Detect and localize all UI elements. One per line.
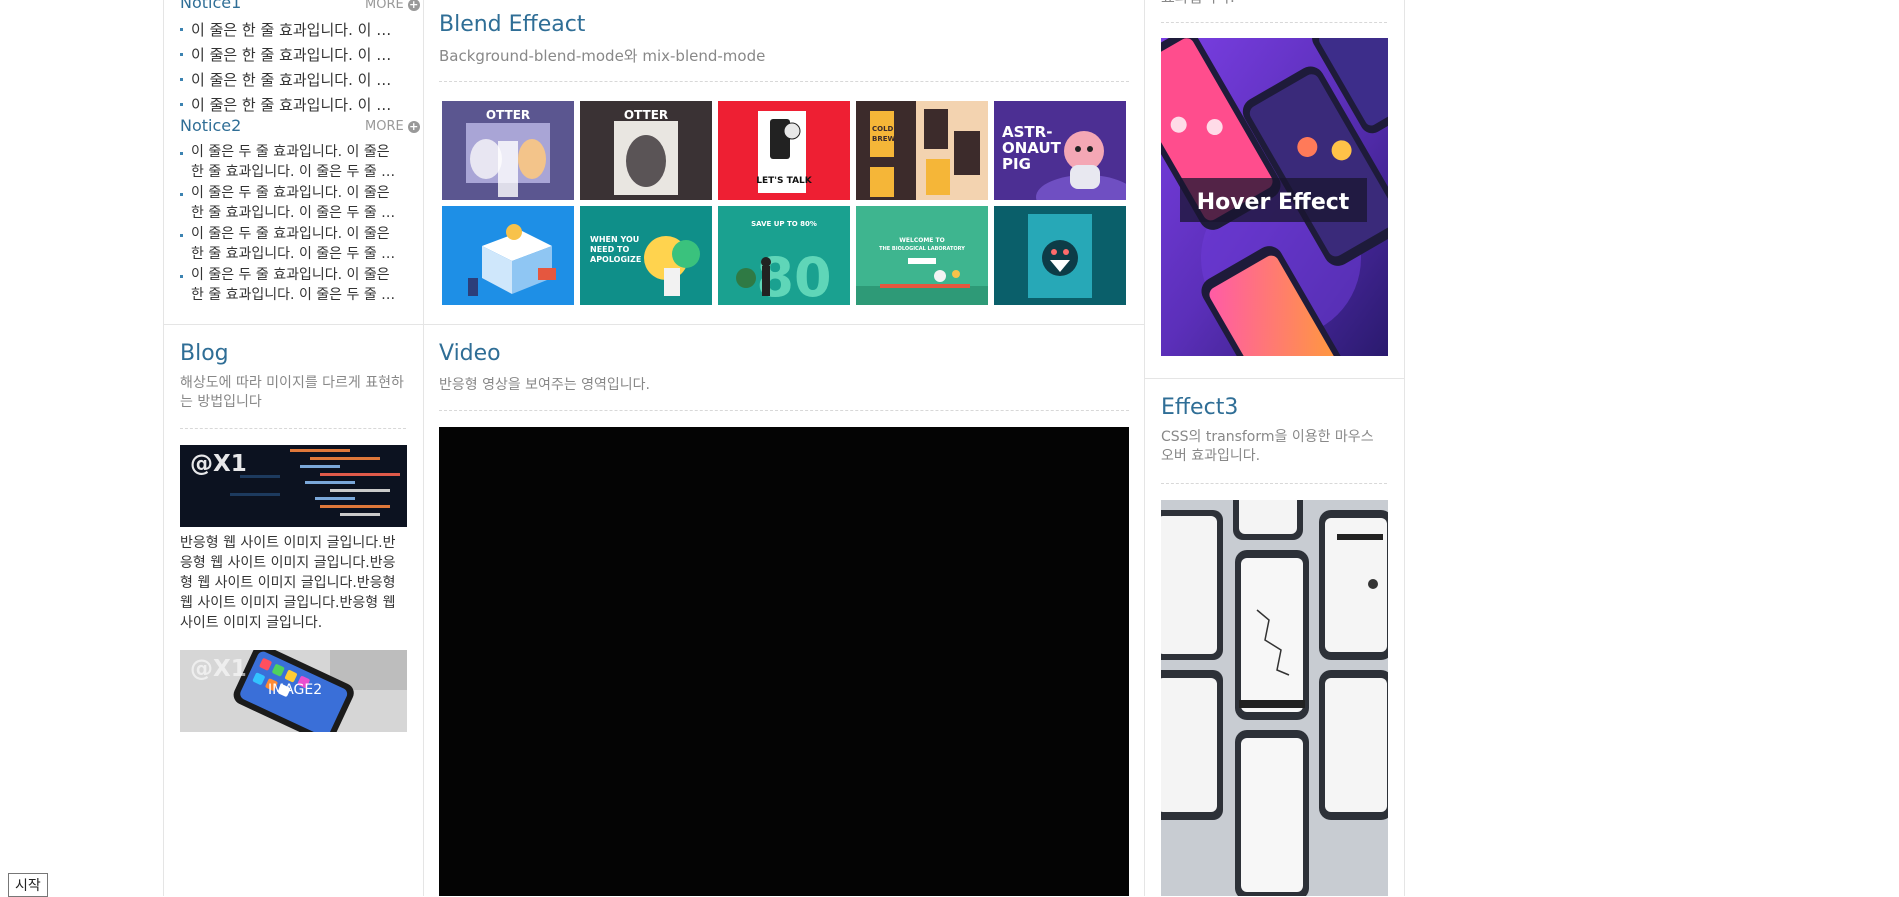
notice-item[interactable]: 이 줄은 두 줄 효과입니다. 이 줄은 한 줄 효과입니다. 이 줄은 두 줄… (180, 142, 405, 182)
svg-text:APOLOGIZE: APOLOGIZE (590, 255, 641, 264)
notice-item[interactable]: 이 줄은 한 줄 효과입니다. 이 줄은 한 줄 효과입니다. (180, 68, 400, 93)
blend-thumb-astronaut-pig[interactable]: ASTR- ONAUT PIG (994, 101, 1153, 219)
svg-text:OTTER: OTTER (624, 108, 668, 122)
more-label: MORE (365, 119, 404, 134)
blend-thumb-lets-talk[interactable]: LET'S TALK (718, 101, 877, 219)
effect3-image[interactable] (1161, 500, 1388, 896)
video-player[interactable] (439, 427, 1129, 896)
dashed-divider (180, 428, 406, 429)
hover-effect-image[interactable]: Hover Effect (1161, 38, 1388, 356)
svg-text:LET'S TALK: LET'S TALK (756, 176, 813, 186)
blend-thumb-apologize[interactable]: WHEN YOU NEED TO APOLOGIZE (580, 206, 739, 324)
notice-item[interactable]: 이 줄은 한 줄 효과입니다. 이 줄은 한 줄 효과입니다. (180, 18, 400, 43)
notice1-more-link[interactable]: MORE + (365, 0, 420, 12)
effect3-description: CSS의 transform을 이용한 마우스 오버 효과입니다. (1161, 429, 1374, 464)
effect3-title: Effect3 (1161, 395, 1239, 420)
notice-item[interactable]: 이 줄은 한 줄 효과입니다. 이 줄은 한 줄 효과입니다. (180, 93, 400, 118)
plus-circle-icon: + (407, 119, 420, 133)
notice2-list: 이 줄은 두 줄 효과입니다. 이 줄은 한 줄 효과입니다. 이 줄은 두 줄… (180, 142, 405, 305)
svg-text:WHEN YOU: WHEN YOU (590, 235, 639, 244)
resolution-tag: @X1 (190, 656, 247, 682)
blend-thumb-otter-2[interactable]: OTTER (580, 101, 739, 219)
blend-thumb-cold-brew[interactable]: COLD BREW (856, 101, 1015, 219)
blend-thumb-poster[interactable] (994, 206, 1153, 324)
blend-thumb-otter-1[interactable]: OTTER (442, 101, 601, 219)
svg-text:BREW: BREW (872, 135, 896, 143)
notice2-more-link[interactable]: MORE + (365, 119, 420, 134)
svg-text:THE BIOLOGICAL LABORATORY: THE BIOLOGICAL LABORATORY (879, 246, 965, 252)
image2-label: IMAGE2 (268, 682, 323, 698)
blog-text: 반응형 웹 사이트 이미지 글입니다.반응형 웹 사이트 이미지 글입니다.반응… (180, 535, 396, 631)
svg-text:WELCOME TO: WELCOME TO (899, 237, 944, 244)
plus-circle-icon: + (407, 0, 420, 11)
column-divider (1404, 0, 1405, 896)
notice1-list: 이 줄은 한 줄 효과입니다. 이 줄은 한 줄 효과입니다. 이 줄은 한 줄… (180, 18, 400, 118)
more-label: MORE (365, 0, 404, 12)
video-title: Video (439, 341, 501, 366)
blog-description: 해상도에 따라 미이지를 다르게 표현하는 방법입니다 (180, 375, 404, 410)
blog-image-1[interactable]: @X1 (180, 445, 407, 527)
hover-effect-label: Hover Effect (1197, 190, 1350, 215)
dashed-divider (439, 410, 1129, 411)
blend-description: Background-blend-mode와 mix-blend-mode (439, 47, 766, 65)
resolution-tag: @X1 (190, 451, 247, 477)
column-divider (423, 0, 424, 896)
notice1-title: Notice1 (180, 0, 242, 12)
row-divider (1144, 378, 1405, 379)
notice2-title: Notice2 (180, 116, 242, 135)
dashed-divider (1161, 22, 1387, 23)
blend-thumb-biolab[interactable]: WELCOME TO THE BIOLOGICAL LABORATORY (856, 206, 1015, 324)
blog-image-2[interactable]: @X1 IMAGE2 (180, 650, 407, 732)
dashed-divider (439, 81, 1129, 82)
notice-item[interactable]: 이 줄은 두 줄 효과입니다. 이 줄은 한 줄 효과입니다. 이 줄은 두 줄… (180, 183, 405, 223)
blend-thumb-new-shop[interactable] (442, 206, 601, 324)
blend-thumb-save-80[interactable]: SAVE UP TO 80% 80 (718, 206, 877, 324)
svg-text:PIG: PIG (1002, 155, 1031, 173)
effect2-description-fragment: 효과입니다. (1161, 0, 1235, 9)
svg-text:NEED TO: NEED TO (590, 245, 630, 254)
notice-item[interactable]: 이 줄은 한 줄 효과입니다. 이 줄은 한 줄 효과입니다. (180, 43, 400, 68)
column-divider (163, 0, 164, 896)
otter-text: OTTER (486, 108, 530, 122)
start-button[interactable]: 시작 (8, 873, 48, 897)
video-description: 반응형 영상을 보여주는 영역입니다. (439, 377, 650, 393)
svg-text:SAVE UP TO 80%: SAVE UP TO 80% (751, 220, 817, 228)
row-divider (163, 324, 1145, 325)
svg-text:COLD: COLD (872, 125, 894, 133)
dashed-divider (1161, 483, 1387, 484)
blog-title: Blog (180, 341, 229, 366)
blend-title: Blend Effeact (439, 12, 586, 37)
notice-item[interactable]: 이 줄은 두 줄 효과입니다. 이 줄은 한 줄 효과입니다. 이 줄은 두 줄… (180, 265, 405, 305)
notice-item[interactable]: 이 줄은 두 줄 효과입니다. 이 줄은 한 줄 효과입니다. 이 줄은 두 줄… (180, 224, 405, 264)
